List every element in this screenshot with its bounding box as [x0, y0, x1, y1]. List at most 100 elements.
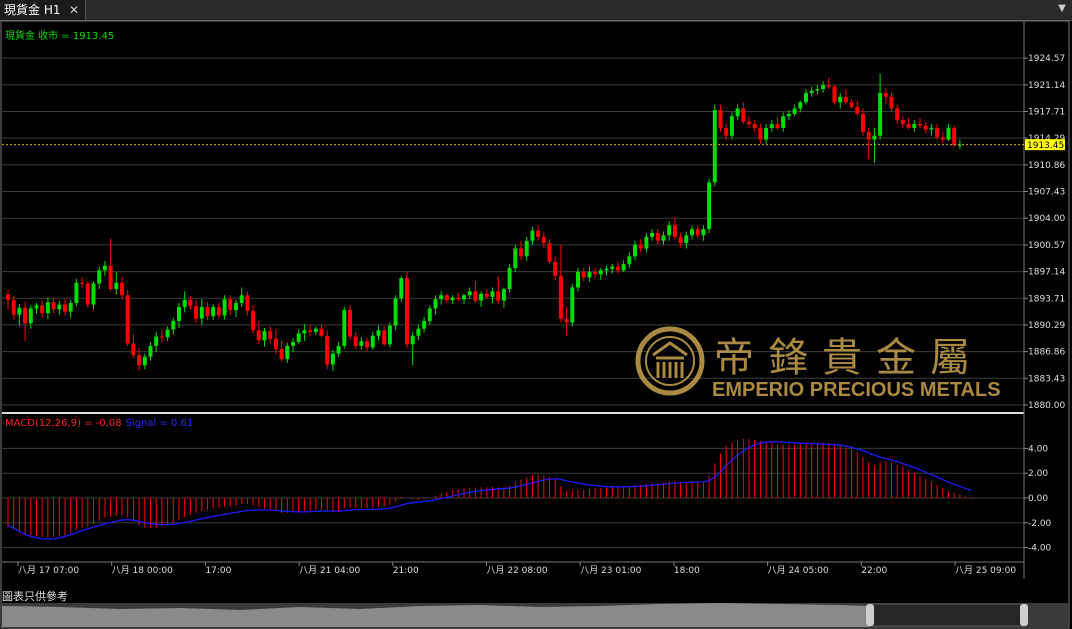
- candle-body: [336, 345, 341, 354]
- macd-tick-label: -2.00: [1028, 519, 1052, 529]
- chart-canvas[interactable]: 帝鋒貴金屬 EMPERIO PRECIOUS METALS 1924.57 192…: [0, 0, 1072, 629]
- candle-body: [85, 283, 90, 305]
- candle-body: [462, 295, 466, 300]
- candle-body: [23, 307, 28, 324]
- candle: [729, 112, 734, 140]
- candle-body: [804, 92, 808, 103]
- candle-body: [866, 131, 871, 140]
- candle-body: [536, 230, 541, 237]
- price-tick-label: 1904.00: [1028, 214, 1065, 224]
- candle-body: [473, 291, 478, 301]
- candle-body: [593, 271, 598, 275]
- candle-body: [102, 265, 107, 271]
- candle-body: [946, 127, 951, 140]
- candle-body: [581, 271, 586, 278]
- time-tick-label: 八月 22 08:00: [487, 565, 548, 576]
- candle-body: [137, 355, 142, 366]
- candle-body: [279, 348, 284, 360]
- time-tick-label: 18:00: [674, 566, 700, 576]
- candle-body: [627, 256, 632, 265]
- candle-body: [205, 306, 210, 317]
- candle-body: [171, 320, 176, 330]
- candle-body: [775, 124, 780, 128]
- candle-body: [661, 235, 666, 241]
- candle-body: [906, 124, 911, 128]
- candle-body: [342, 310, 347, 346]
- candle-body: [923, 125, 928, 130]
- time-tick-label: 八月 23 01:00: [580, 565, 641, 576]
- candle: [707, 178, 712, 234]
- candle-body: [245, 295, 250, 311]
- candle-body: [80, 282, 85, 284]
- macd-tick-label: 2.00: [1028, 469, 1048, 479]
- candle-body: [672, 225, 677, 237]
- candle-body: [325, 335, 330, 365]
- candle-body: [712, 110, 717, 183]
- price-tick-label: 1907.43: [1028, 188, 1065, 198]
- candle-body: [519, 248, 523, 257]
- candle-body: [456, 297, 461, 300]
- time-tick-label: 八月 18 00:00: [112, 565, 173, 576]
- time-tick-label: 22:00: [861, 566, 887, 576]
- price-tick-label: 1897.14: [1028, 268, 1065, 278]
- candle-body: [330, 353, 335, 365]
- candle-body: [177, 306, 181, 321]
- candle-body: [513, 248, 518, 269]
- candle-body: [234, 303, 238, 311]
- candle-body: [826, 85, 831, 87]
- candle-body: [792, 108, 797, 114]
- candle-body: [735, 108, 740, 117]
- candle-body: [45, 302, 50, 314]
- candle-body: [353, 336, 358, 346]
- candle-body: [199, 306, 204, 319]
- candle-body: [815, 89, 820, 91]
- candle-body: [211, 306, 216, 317]
- candle: [712, 104, 717, 187]
- candle-body: [291, 341, 295, 346]
- price-tick-label: 1893.71: [1028, 294, 1065, 304]
- candle-body: [587, 271, 592, 278]
- candle-body: [256, 330, 261, 341]
- candle-body: [547, 243, 552, 262]
- candle-body: [918, 124, 922, 126]
- candle-body: [695, 229, 700, 236]
- price-tick-label: 1883.43: [1028, 374, 1065, 384]
- navigator-window[interactable]: [869, 603, 1027, 627]
- candle-body: [752, 124, 757, 128]
- candle-body: [558, 275, 563, 319]
- candle-body: [576, 271, 580, 288]
- candle-body: [40, 305, 45, 314]
- time-tick-label: 17:00: [205, 566, 231, 576]
- candle: [393, 295, 398, 331]
- candle-body: [615, 266, 620, 271]
- candle-body: [952, 127, 957, 146]
- candle-body: [97, 270, 102, 284]
- candle-body: [51, 302, 56, 310]
- candle-body: [216, 306, 221, 316]
- candle-body: [296, 333, 301, 342]
- macd-info-label: MACD(12,26,9) = -0.08 Signal = 0.61: [5, 418, 193, 429]
- watermark-english: EMPERIO PRECIOUS METALS: [712, 379, 1001, 401]
- navigator-right-handle[interactable]: [1020, 604, 1028, 626]
- time-tick-label: 八月 21 04:00: [299, 565, 360, 576]
- candle-body: [393, 298, 398, 326]
- candle-body: [849, 102, 854, 107]
- candle-body: [604, 268, 609, 271]
- candle-body: [490, 291, 495, 297]
- candle-body: [108, 265, 113, 290]
- price-tick-label: 1917.71: [1028, 108, 1065, 118]
- candle-body: [405, 278, 409, 345]
- navigator-left-handle[interactable]: [866, 604, 874, 626]
- candle-body: [940, 137, 945, 140]
- candle-body: [621, 264, 626, 271]
- candle-body: [496, 291, 501, 301]
- price-info-label: 現貨金 收市 = 1913.45: [5, 29, 114, 42]
- candle-body: [900, 120, 905, 125]
- candle: [832, 85, 837, 105]
- time-tick-label: 八月 25 09:00: [955, 565, 1016, 576]
- candle: [507, 264, 512, 293]
- candle-body: [188, 299, 193, 307]
- candle-body: [262, 331, 267, 341]
- candle-body: [872, 135, 877, 140]
- macd-value-label: MACD(12,26,9) = -0.08: [5, 418, 122, 429]
